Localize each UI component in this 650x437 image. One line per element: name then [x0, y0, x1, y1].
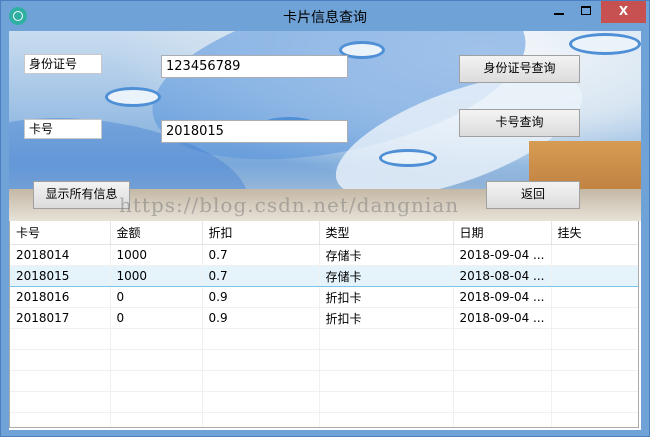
table-row-selected[interactable]: 2018015 1000 0.7 存储卡 2018-08-04 ... — [10, 265, 638, 287]
id-query-button[interactable]: 身份证号查询 — [459, 55, 580, 83]
cell-lost[interactable] — [551, 244, 638, 266]
card-number-input[interactable] — [161, 120, 348, 143]
empty-row — [10, 412, 638, 427]
cell-lost[interactable] — [551, 286, 638, 308]
empty-row — [10, 349, 638, 371]
cell-type[interactable]: 存储卡 — [319, 265, 454, 287]
watermark: https://blog.csdn.net/dangnian — [119, 193, 460, 217]
cell-discount[interactable]: 0.7 — [202, 265, 320, 287]
cell-amount[interactable]: 1000 — [110, 244, 203, 266]
cell-lost[interactable] — [551, 265, 638, 287]
empty-row — [10, 370, 638, 392]
cell-discount[interactable]: 0.9 — [202, 286, 320, 308]
close-icon[interactable]: X — [601, 1, 646, 23]
show-all-button[interactable]: 显示所有信息 — [33, 181, 130, 209]
cell-card-no[interactable]: 2018015 — [10, 265, 111, 287]
cell-amount[interactable]: 1000 — [110, 265, 203, 287]
empty-row — [10, 328, 638, 350]
table-row[interactable]: 2018016 0 0.9 折扣卡 2018-09-04 ... — [10, 286, 638, 308]
cell-card-no[interactable]: 2018017 — [10, 307, 111, 329]
cell-type[interactable]: 折扣卡 — [319, 307, 454, 329]
app-window: 卡片信息查询 X 身份证号 卡号 身份证号查询 卡号查询 显示所有信息 返回 h… — [0, 0, 650, 437]
cell-card-no[interactable]: 2018014 — [10, 244, 111, 266]
col-header-card-no[interactable]: 卡号 — [10, 221, 111, 245]
cell-amount[interactable]: 0 — [110, 307, 203, 329]
minimize-icon[interactable] — [546, 1, 572, 23]
cell-type[interactable]: 存储卡 — [319, 244, 454, 266]
table-row[interactable]: 2018014 1000 0.7 存储卡 2018-09-04 ... — [10, 244, 638, 266]
id-number-input[interactable] — [161, 55, 348, 78]
cell-date[interactable]: 2018-08-04 ... — [453, 265, 552, 287]
col-header-date[interactable]: 日期 — [453, 221, 552, 245]
maximize-icon[interactable] — [573, 1, 599, 23]
card-query-button[interactable]: 卡号查询 — [459, 109, 580, 137]
card-number-label: 卡号 — [24, 119, 102, 139]
client-area: 身份证号 卡号 身份证号查询 卡号查询 显示所有信息 返回 https://bl… — [9, 31, 641, 430]
background-image: 身份证号 卡号 身份证号查询 卡号查询 显示所有信息 返回 https://bl… — [9, 31, 641, 221]
col-header-discount[interactable]: 折扣 — [202, 221, 320, 245]
cell-date[interactable]: 2018-09-04 ... — [453, 286, 552, 308]
empty-row — [10, 391, 638, 413]
cell-lost[interactable] — [551, 307, 638, 329]
col-header-amount[interactable]: 金额 — [110, 221, 203, 245]
back-button[interactable]: 返回 — [486, 181, 580, 209]
id-number-label: 身份证号 — [24, 54, 102, 74]
cell-date[interactable]: 2018-09-04 ... — [453, 244, 552, 266]
cell-discount[interactable]: 0.7 — [202, 244, 320, 266]
cell-discount[interactable]: 0.9 — [202, 307, 320, 329]
cell-amount[interactable]: 0 — [110, 286, 203, 308]
grid-header-row: 卡号 金额 折扣 类型 日期 挂失 — [10, 221, 638, 245]
cell-card-no[interactable]: 2018016 — [10, 286, 111, 308]
title-bar[interactable]: 卡片信息查询 X — [1, 1, 649, 31]
cell-date[interactable]: 2018-09-04 ... — [453, 307, 552, 329]
col-header-lost[interactable]: 挂失 — [551, 221, 638, 245]
table-row[interactable]: 2018017 0 0.9 折扣卡 2018-09-04 ... — [10, 307, 638, 329]
cell-type[interactable]: 折扣卡 — [319, 286, 454, 308]
col-header-type[interactable]: 类型 — [319, 221, 454, 245]
card-data-grid[interactable]: 卡号 金额 折扣 类型 日期 挂失 2018014 1000 0.7 存储卡 2 — [9, 221, 639, 428]
